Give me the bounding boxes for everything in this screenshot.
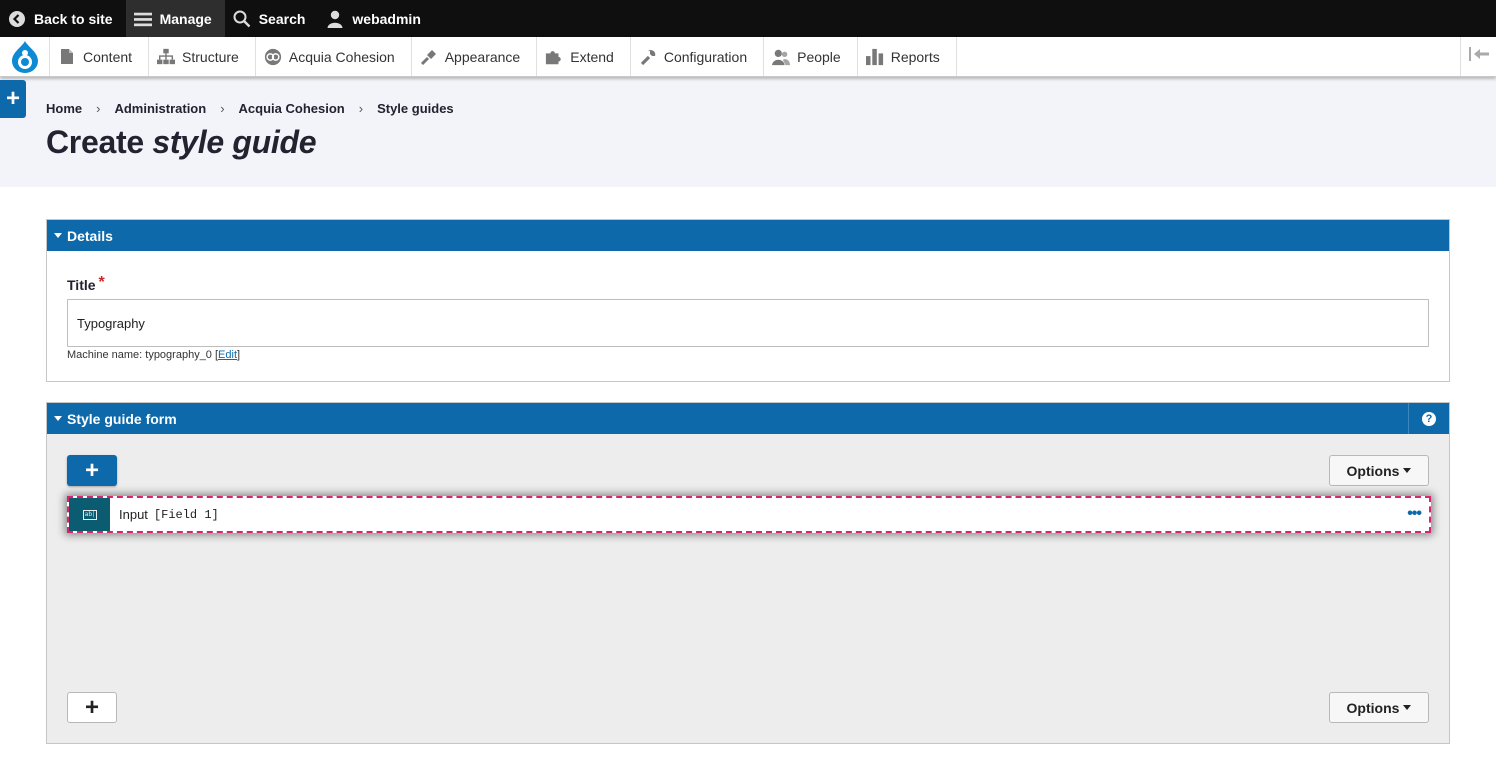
machine-name-text: Machine name: typography_0 [ <box>67 349 219 361</box>
chevron-left-circle-icon <box>8 10 26 28</box>
tray-item-reports[interactable]: Reports <box>858 37 957 76</box>
style-guide-form-toggle[interactable]: Style guide form ? <box>47 403 1449 434</box>
search-icon <box>233 10 251 28</box>
details-heading: Details <box>67 227 113 244</box>
details-panel: Details Title* Machine name: typography_… <box>46 219 1450 382</box>
user-tab[interactable]: webadmin <box>318 0 433 37</box>
machine-name: Machine name: typography_0 [Edit] <box>67 349 240 361</box>
tray-spacer <box>957 37 1460 76</box>
style-guide-form-panel: Style guide form ? + Options ab| Input [… <box>46 402 1450 744</box>
user-label: webadmin <box>352 10 421 27</box>
admin-toolbar: Back to site Manage Search webadmin <box>0 0 1496 37</box>
caret-down-icon <box>54 233 62 238</box>
admin-tray: Content Structure Acquia Cohesion Appear… <box>0 37 1496 77</box>
caret-down-icon <box>54 416 62 421</box>
element-label: Input <box>119 507 148 522</box>
tray-item-content[interactable]: Content <box>50 37 150 76</box>
back-to-site-label: Back to site <box>34 10 113 27</box>
tray-item-label: Acquia Cohesion <box>288 48 395 65</box>
options-button-bottom[interactable]: Options <box>1329 692 1429 723</box>
question-icon: ? <box>1422 411 1436 426</box>
machine-name-edit-link[interactable]: Edit <box>218 349 237 361</box>
tray-item-label: Appearance <box>444 48 521 65</box>
tray-item-structure[interactable]: Structure <box>149 37 256 76</box>
wrench-icon <box>639 48 657 66</box>
breadcrumb-home[interactable]: Home <box>46 101 82 116</box>
breadcrumb-style-guides[interactable]: Style guides <box>377 101 454 116</box>
options-label: Options <box>1346 699 1400 716</box>
file-icon <box>58 48 76 66</box>
details-toggle[interactable]: Details <box>47 220 1449 251</box>
search-tab[interactable]: Search <box>225 0 319 37</box>
add-element-button-top[interactable]: + <box>67 455 117 486</box>
collapse-tray-button[interactable] <box>1460 37 1496 76</box>
drupal-drop-icon <box>11 40 38 73</box>
tray-item-label: Reports <box>890 48 940 65</box>
tray-item-extend[interactable]: Extend <box>537 37 631 76</box>
manage-label: Manage <box>159 10 212 27</box>
page-title-emphasis: style guide <box>152 124 317 160</box>
title-label: Title * <box>67 274 105 295</box>
bar-chart-icon <box>865 48 884 66</box>
options-label: Options <box>1346 462 1400 479</box>
options-button-top[interactable]: Options <box>1329 455 1429 486</box>
caret-down-icon <box>1403 468 1412 473</box>
tray-item-appearance[interactable]: Appearance <box>412 37 538 76</box>
text-input-icon: ab| <box>69 498 110 531</box>
back-to-site-link[interactable]: Back to site <box>0 0 126 37</box>
title-input[interactable] <box>67 299 1429 347</box>
title-label-text: Title <box>67 277 96 293</box>
element-field-name: [Field 1] <box>153 507 219 522</box>
add-element-button-bottom[interactable]: + <box>67 692 117 723</box>
manage-tab[interactable]: Manage <box>125 0 225 37</box>
style-guide-form-heading: Style guide form <box>67 410 177 427</box>
user-icon <box>326 10 344 28</box>
page-title: Create style guide <box>46 124 317 161</box>
required-marker: * <box>98 274 105 291</box>
breadcrumb: Home › Administration › Acquia Cohesion … <box>46 101 454 116</box>
sitemap-icon <box>157 48 176 66</box>
hamburger-icon <box>133 10 152 28</box>
machine-name-suffix: ] <box>237 349 241 361</box>
tray-item-people[interactable]: People <box>764 37 858 76</box>
tray-item-label: Extend <box>570 48 614 65</box>
help-button[interactable]: ? <box>1408 403 1449 434</box>
breadcrumb-separator: › <box>358 101 364 116</box>
breadcrumb-separator: › <box>96 101 101 116</box>
page-title-prefix: Create <box>46 124 144 160</box>
drupal-logo[interactable] <box>0 37 50 76</box>
people-icon <box>772 48 791 66</box>
paintbrush-icon <box>420 48 438 66</box>
tray-item-acquia-cohesion[interactable]: Acquia Cohesion <box>256 37 412 76</box>
cohesion-icon <box>264 48 282 66</box>
collapse-left-icon <box>1468 47 1489 66</box>
tray-item-label: Structure <box>182 48 239 65</box>
tray-item-label: Configuration <box>663 48 748 65</box>
breadcrumb-administration[interactable]: Administration <box>114 101 206 116</box>
tray-item-label: People <box>797 48 841 65</box>
caret-down-icon <box>1403 705 1412 710</box>
more-options-icon[interactable]: ••• <box>1407 506 1422 522</box>
breadcrumb-acquia-cohesion[interactable]: Acquia Cohesion <box>239 101 345 116</box>
tray-item-label: Content <box>83 48 133 65</box>
tray-item-configuration[interactable]: Configuration <box>631 37 765 76</box>
shortcuts-add-button[interactable]: + <box>0 80 26 118</box>
breadcrumb-separator: › <box>220 101 225 116</box>
puzzle-icon <box>545 48 563 66</box>
form-element-input[interactable]: ab| Input [Field 1] ••• <box>67 496 1431 533</box>
search-label: Search <box>258 10 306 27</box>
